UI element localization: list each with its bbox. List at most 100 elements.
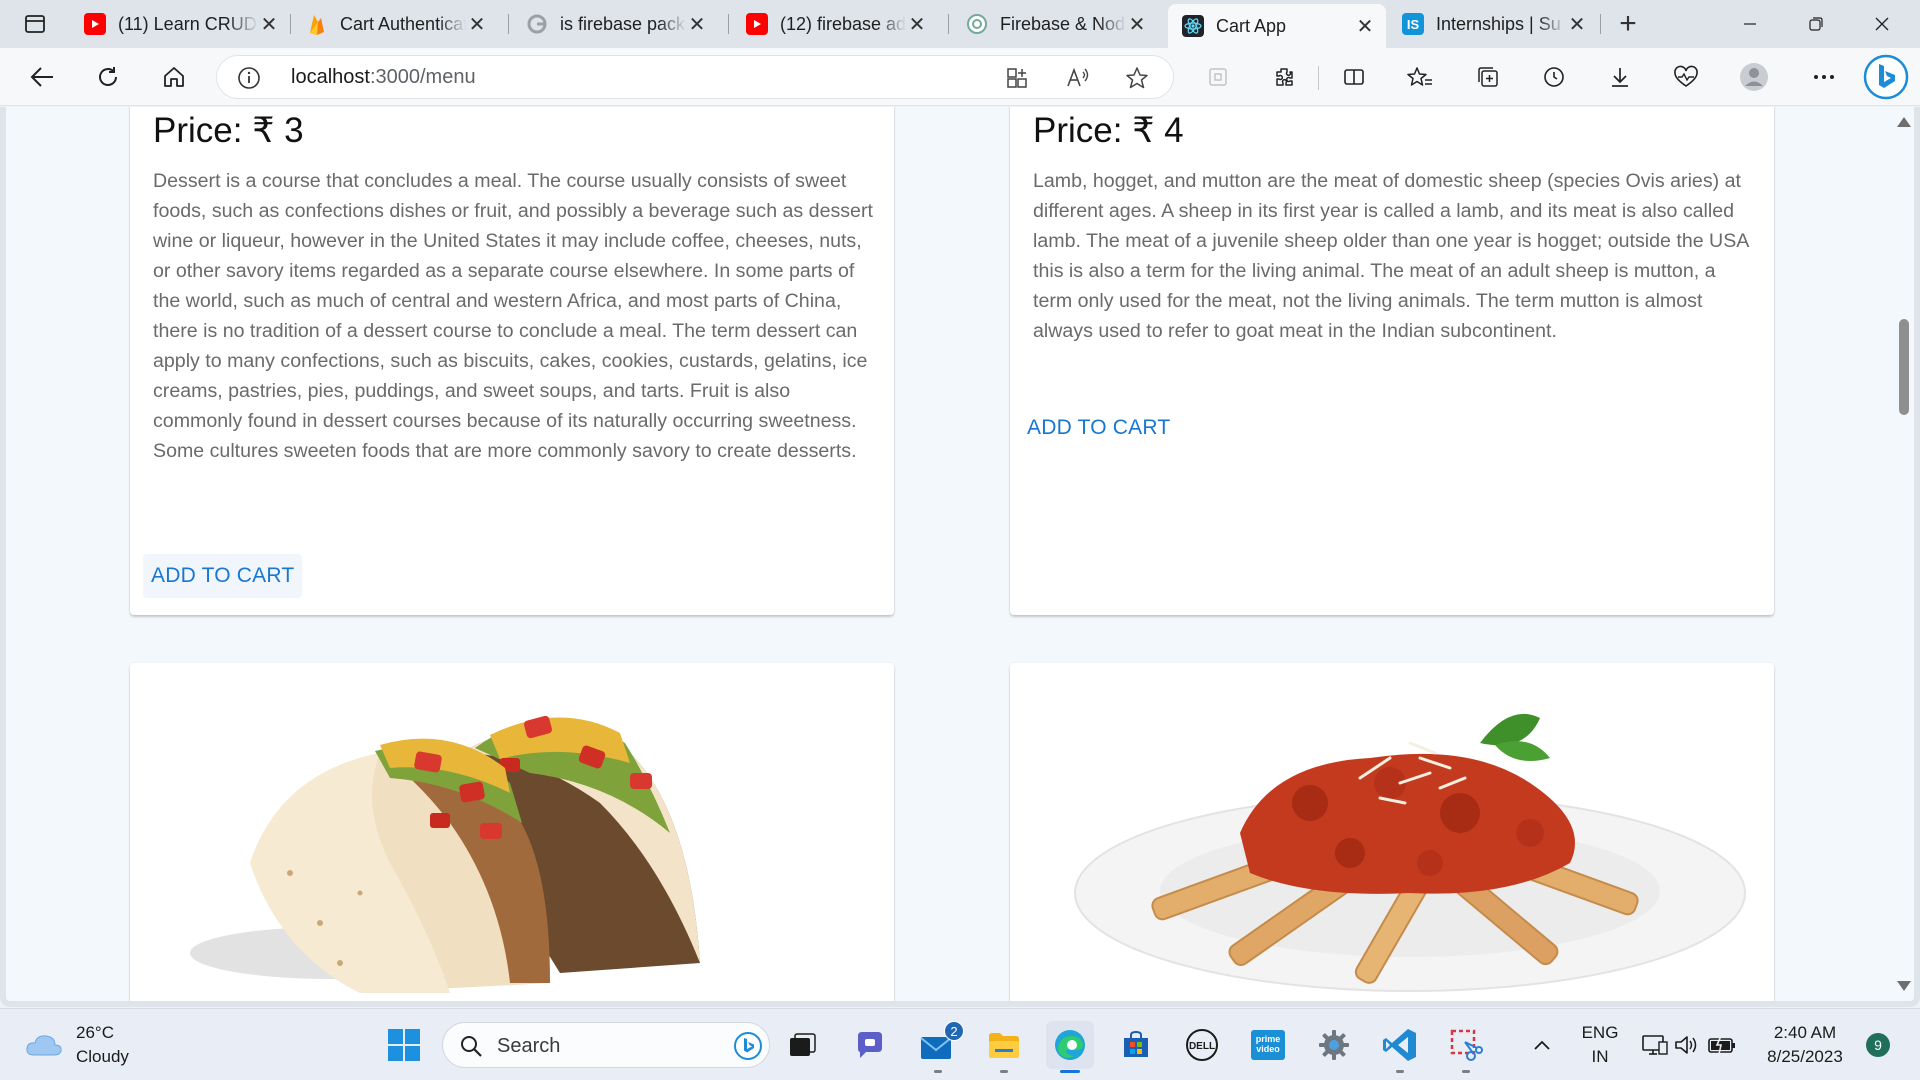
tab-title: Cart Authentication [340,13,466,34]
scrollbar-thumb[interactable] [1899,319,1909,415]
file-explorer-button[interactable] [980,1021,1028,1073]
new-tab-button[interactable]: + [1610,7,1646,40]
tab-close-button[interactable]: ✕ [1126,13,1148,36]
tab-title: (12) firebase admin [780,13,906,34]
region-indicator[interactable]: IN [1572,1047,1628,1067]
quick-settings-button[interactable] [1636,1021,1742,1069]
tab-close-button[interactable]: ✕ [466,13,488,36]
back-button[interactable] [22,60,62,94]
scroll-down-arrow-icon[interactable] [1897,981,1911,991]
internshala-icon: IS [1402,13,1424,35]
tab-close-button[interactable]: ✕ [258,13,280,36]
add-to-cart-button[interactable]: ADD TO CART [1019,406,1178,450]
read-aloud-button[interactable] [1062,64,1094,92]
item-price: Price: ₹ 4 [1033,111,1184,150]
settings-more-button[interactable] [1804,60,1844,94]
tab-close-button[interactable]: ✕ [686,13,708,36]
history-button[interactable] [1534,60,1574,94]
split-screen-button[interactable] [1334,60,1374,94]
browser-essentials-button[interactable] [1666,60,1706,94]
back-arrow-icon [30,67,53,87]
clock-date[interactable]: 8/25/2023 [1752,1047,1858,1067]
restore-button[interactable] [1786,8,1846,40]
downloads-button[interactable] [1600,60,1640,94]
scroll-up-arrow-icon[interactable] [1897,117,1911,127]
favorite-star-button[interactable] [1121,64,1153,92]
weather-widget[interactable] [22,1021,66,1069]
youtube-icon [746,13,768,35]
search-label: Search [497,1035,561,1057]
browser-tab-active[interactable]: Cart App ✕ [1168,4,1386,48]
edge-browser-button[interactable] [1046,1021,1094,1073]
heart-pulse-icon [1674,65,1698,87]
task-view-button[interactable] [778,1021,826,1069]
minimize-button[interactable] [1720,8,1780,40]
browser-tab[interactable]: Cart Authentication ✕ [292,6,498,42]
favorites-button[interactable] [1400,60,1440,94]
edge-icon [1055,1030,1085,1060]
extensions-button[interactable] [1264,60,1304,94]
sidebar-toggle-button[interactable] [1198,60,1238,94]
collections-button[interactable] [1468,60,1508,94]
copilot-button[interactable] [1862,53,1910,101]
prime-video-button[interactable]: prime video [1244,1021,1292,1069]
teams-chat-button[interactable] [846,1021,894,1069]
settings-app-button[interactable] [1310,1021,1358,1069]
tab-close-button[interactable]: ✕ [1566,13,1588,36]
firebase-icon [306,13,328,35]
page-scrollbar[interactable] [1892,107,1914,1001]
tab-title: Cart App [1216,15,1287,36]
clock-time[interactable]: 2:40 AM [1752,1023,1858,1043]
add-to-cart-button[interactable]: ADD TO CART [143,554,303,598]
svg-text:DELL: DELL [1189,1041,1215,1052]
address-bar[interactable]: localhost:3000/menu [216,55,1174,99]
puzzle-icon [1276,68,1293,86]
browser-tab[interactable]: is firebase package ✕ [512,6,718,42]
tab-actions-button[interactable] [14,9,56,39]
vscode-button[interactable] [1376,1021,1424,1073]
close-window-button[interactable] [1852,8,1912,40]
home-button[interactable] [154,60,194,94]
tab-divider [1600,14,1601,34]
site-info-icon[interactable] [237,66,261,90]
snipping-tool-button[interactable] [1442,1021,1490,1073]
chevron-up-icon [1534,1040,1550,1050]
tab-close-button[interactable]: ✕ [906,13,928,36]
browser-toolbar: localhost:3000/menu [0,48,1920,106]
weather-condition: Cloudy [76,1047,129,1066]
tab-strip: (11) Learn CRUD ✕ Cart Authentication ✕ … [0,0,1920,48]
tab-title: Firebase & Node [1000,13,1126,34]
profile-button[interactable] [1734,60,1774,94]
sidebar-icon [1209,68,1227,86]
youtube-icon [84,13,106,35]
notification-badge[interactable]: 9 [1866,1033,1890,1057]
chatgpt-icon [966,13,988,35]
language-indicator[interactable]: ENG [1572,1023,1628,1043]
react-icon [1182,15,1204,37]
weather-temperature: 26°C [76,1023,114,1042]
dell-app-button[interactable]: DELL [1178,1021,1226,1069]
browser-tab[interactable]: (12) firebase admin ✕ [732,6,938,42]
url-host: localhost [291,66,370,88]
tab-close-button[interactable]: ✕ [1354,15,1376,38]
browser-tab[interactable]: (11) Learn CRUD ✕ [70,6,290,42]
network-icon [1642,1035,1668,1055]
tab-divider [290,14,291,34]
browser-tab[interactable]: Firebase & Node ✕ [952,6,1158,42]
page-viewport: Price: ₹ 3 Dessert is a course that conc… [0,107,1920,1007]
browser-tab[interactable]: IS Internships | Su ✕ [1388,6,1598,42]
more-dots-icon [1814,75,1834,79]
taskbar-search-box[interactable]: Search [442,1022,770,1068]
toolbar-divider [1318,66,1319,90]
show-hidden-icons-button[interactable] [1522,1021,1562,1069]
store-icon [1124,1030,1148,1057]
mail-button[interactable]: 2 [914,1021,964,1073]
refresh-icon [99,67,117,86]
start-button[interactable] [380,1021,428,1069]
tab-title: Internships | Su [1436,13,1561,34]
teams-chat-icon [858,1032,882,1058]
url-path: :3000/menu [369,66,476,88]
app-available-button[interactable] [1001,64,1033,92]
microsoft-store-button[interactable] [1112,1021,1160,1069]
refresh-button[interactable] [88,60,128,94]
